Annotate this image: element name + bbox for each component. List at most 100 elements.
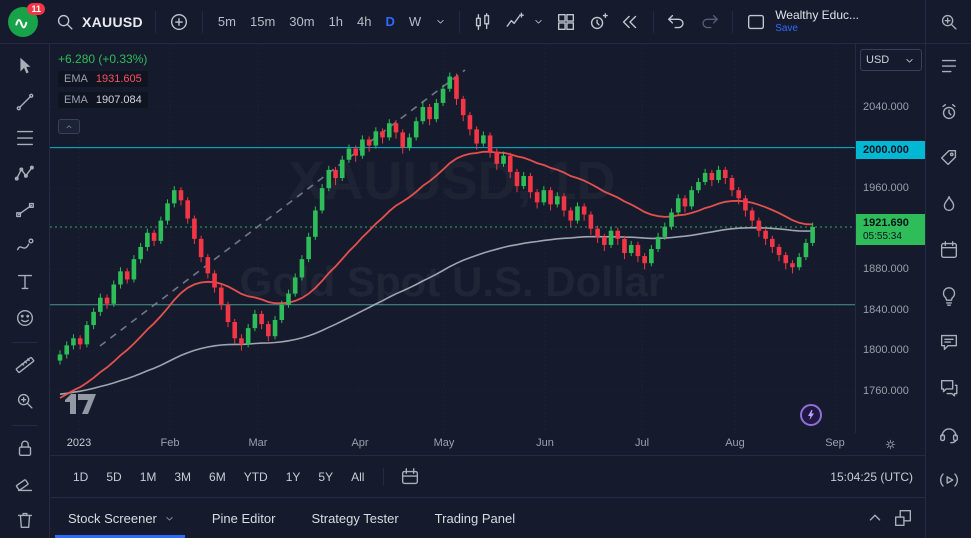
tool-emoji-button[interactable] — [8, 302, 42, 336]
indicator-legend-ema-slow[interactable]: EMA 1907.084 — [58, 92, 148, 108]
time-label-jun: Jun — [523, 437, 567, 449]
range-6m-button[interactable]: 6M — [202, 467, 233, 487]
indicator-templates-button[interactable] — [551, 7, 581, 37]
top-toolbar: 11 XAUUSD 5m15m30m1h4hDW Wealthy Educ...… — [0, 0, 925, 44]
tool-trash-button[interactable] — [8, 504, 42, 538]
time-label-2023: 2023 — [57, 437, 101, 449]
tool-cursor-button[interactable] — [8, 50, 42, 84]
gear-icon — [884, 438, 897, 451]
clock[interactable]: 15:04:25 (UTC) — [830, 470, 913, 484]
price-label-1760.000: 1760.000 — [856, 384, 926, 398]
sidebar-alerts-button[interactable] — [932, 96, 966, 130]
currency-select[interactable]: USD — [860, 49, 922, 71]
text-icon — [14, 271, 36, 296]
axis-settings-corner — [855, 433, 925, 455]
sidebar-streams-button[interactable] — [932, 464, 966, 498]
chevron-down-icon — [163, 512, 176, 525]
range-1m-button[interactable]: 1M — [133, 467, 164, 487]
tab-strategy-tester[interactable]: Strategy Tester — [311, 511, 398, 526]
indicator-value: 1907.084 — [96, 94, 142, 106]
right-sidebar — [925, 0, 971, 538]
timeframe-5m[interactable]: 5m — [211, 10, 243, 33]
time-axis[interactable]: 2023FebMarAprMayJunJulAugSep — [50, 433, 855, 455]
quick-search-button[interactable] — [932, 5, 966, 39]
bottom-panel: Stock Screener Pine Editor Strategy Tester… — [50, 497, 925, 538]
range-ytd-button[interactable]: YTD — [237, 467, 275, 487]
tool-zoom-in-button[interactable] — [8, 385, 42, 419]
timeframe-w[interactable]: W — [402, 10, 428, 33]
range-5d-button[interactable]: 5D — [99, 467, 128, 487]
chat-icon — [938, 331, 960, 356]
sidebar-comments-button[interactable] — [932, 372, 966, 406]
price-chart-canvas[interactable]: XAUUSD, 1DGold Spot U.S. Dollar — [50, 44, 855, 433]
chevron-down-icon — [434, 15, 447, 28]
timeframe-menu-button[interactable] — [430, 11, 451, 32]
range-3m-button[interactable]: 3M — [167, 467, 198, 487]
tool-forecast-button[interactable] — [8, 194, 42, 228]
hotlists-icon — [938, 193, 960, 218]
indicators-button[interactable] — [500, 7, 549, 37]
sidebar-watchlist-button[interactable] — [932, 50, 966, 84]
chart-legend: +6.280 (+0.33%) EMA 1931.605 EMA 1907.08… — [58, 52, 148, 134]
compare-add-button[interactable] — [164, 7, 194, 37]
range-1d-button[interactable]: 1D — [66, 467, 95, 487]
timeframe-1h[interactable]: 1h — [322, 10, 350, 33]
redo-button[interactable] — [694, 7, 724, 37]
layout-manager-button[interactable] — [741, 7, 771, 37]
tool-ruler-button[interactable] — [8, 349, 42, 383]
time-label-feb: Feb — [148, 437, 192, 449]
go-to-date-button[interactable] — [396, 463, 424, 491]
symbol-search-button[interactable]: XAUUSD — [50, 7, 147, 37]
tool-trend-line-button[interactable] — [8, 86, 42, 120]
sidebar-support-button[interactable] — [932, 418, 966, 452]
indicator-legend-ema-fast[interactable]: EMA 1931.605 — [58, 71, 148, 87]
timeframe-15m[interactable]: 15m — [243, 10, 282, 33]
sidebar-calendar-button[interactable] — [932, 234, 966, 268]
tool-pattern-button[interactable] — [8, 158, 42, 192]
tab-trading-panel[interactable]: Trading Panel — [435, 511, 515, 526]
timeframe-d[interactable]: D — [379, 10, 402, 33]
sidebar-ideas-button[interactable] — [932, 280, 966, 314]
go-to-date-icon — [399, 466, 421, 488]
user-avatar[interactable]: 11 — [8, 7, 38, 37]
panel-maximize-button[interactable] — [889, 504, 917, 532]
panel-collapse-button[interactable] — [861, 504, 889, 532]
layout-name[interactable]: Wealthy Educ... — [775, 9, 859, 23]
svg-text:XAUUSD, 1D: XAUUSD, 1D — [288, 151, 615, 211]
price-axis[interactable]: USD 2040.0002000.0001960.0001921.69005:5… — [855, 44, 925, 433]
legend-collapse-button[interactable] — [58, 119, 80, 134]
alert-plus-icon — [587, 11, 609, 33]
timeframe-30m[interactable]: 30m — [282, 10, 321, 33]
tool-brush-button[interactable] — [8, 230, 42, 264]
brush-icon — [14, 235, 36, 260]
sidebar-tag-button[interactable] — [932, 142, 966, 176]
tab-label: Pine Editor — [212, 511, 276, 526]
toolbar-separator — [12, 425, 38, 426]
create-alert-button[interactable] — [583, 7, 613, 37]
flash-badge-icon[interactable] — [800, 404, 822, 426]
chart-style-button[interactable] — [468, 7, 498, 37]
range-5y-button[interactable]: 5Y — [311, 467, 340, 487]
time-axis-settings-button[interactable] — [884, 438, 897, 451]
chart-area[interactable]: XAUUSD, 1DGold Spot U.S. Dollar +6.280 (… — [50, 44, 855, 433]
tab-stock-screener[interactable]: Stock Screener — [68, 511, 176, 526]
expand-panel-icon — [892, 507, 914, 529]
replay-button[interactable] — [615, 7, 645, 37]
range-1y-button[interactable]: 1Y — [279, 467, 308, 487]
sidebar-chat-button[interactable] — [932, 326, 966, 360]
tool-lock-button[interactable] — [8, 432, 42, 466]
save-button[interactable]: Save — [775, 23, 859, 35]
range-all-button[interactable]: All — [344, 467, 371, 487]
tool-fib-retracement-button[interactable] — [8, 122, 42, 156]
tool-text-button[interactable] — [8, 266, 42, 300]
undo-icon — [666, 11, 688, 33]
undo-button[interactable] — [662, 7, 692, 37]
tradingview-app: 11 XAUUSD 5m15m30m1h4hDW Wealthy Educ...… — [0, 0, 971, 538]
sidebar-hotlists-button[interactable] — [932, 188, 966, 222]
tag-icon — [938, 147, 960, 172]
timeframe-4h[interactable]: 4h — [350, 10, 378, 33]
tool-eraser-button[interactable] — [8, 468, 42, 502]
date-range-bar: 1D5D1M3M6MYTD1Y5YAll 15:04:25 (UTC) — [50, 455, 925, 497]
tab-pine-editor[interactable]: Pine Editor — [212, 511, 276, 526]
price-label-2000.000: 2000.000 — [856, 141, 926, 159]
